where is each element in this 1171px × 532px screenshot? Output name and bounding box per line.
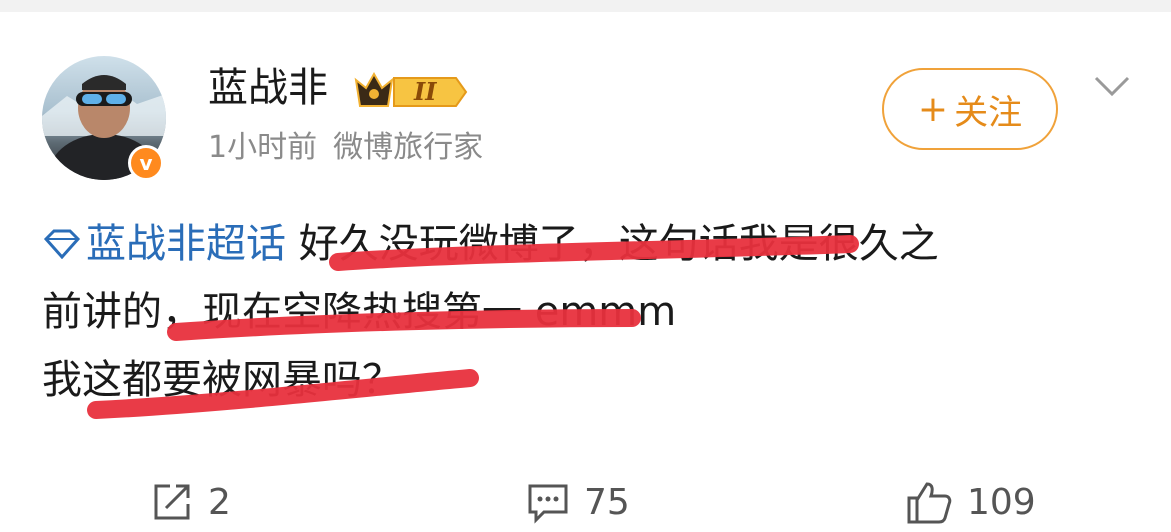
post-text-1: 好久没玩微博了，这句话我是很久之 (298, 221, 939, 267)
post-line-3: 我这都要被网暴吗？ (42, 357, 402, 403)
share-count: 2 (208, 481, 231, 523)
post-time: 1小时前 (208, 130, 318, 165)
verified-icon: v (128, 145, 164, 181)
post-body: 蓝战非超话 好久没玩微博了，这句话我是很久之 前讲的，现在空降热搜第一 emmm… (42, 210, 1142, 414)
topic-label: 蓝战非超话 (86, 221, 286, 267)
comment-icon (528, 484, 568, 524)
comment-count: 75 (584, 481, 630, 523)
level-text: II (413, 77, 437, 106)
chevron-down-icon[interactable] (1090, 70, 1134, 100)
post-line-1: 蓝战非超话 好久没玩微博了，这句话我是很久之 (42, 210, 1142, 278)
like-button[interactable]: 109 (905, 478, 1036, 526)
crown-icon: II (354, 71, 468, 107)
top-divider (0, 0, 1171, 12)
post-line-2: 前讲的，现在空降热搜第一 emmm (42, 289, 677, 335)
follow-label: 关注 (954, 92, 1023, 133)
post-meta: 1小时前 微博旅行家 (208, 128, 483, 168)
share-button[interactable]: 2 (150, 478, 231, 526)
follow-button[interactable]: + 关注 (882, 68, 1058, 150)
comment-button[interactable]: 75 (526, 478, 630, 526)
like-icon (907, 482, 952, 524)
username[interactable]: 蓝战非 (208, 64, 328, 112)
diamond-icon (43, 229, 81, 259)
share-icon (154, 484, 190, 520)
user-tag: 微博旅行家 (333, 130, 484, 165)
like-count: 109 (967, 481, 1036, 523)
action-bar: 2 75 109 (0, 470, 1171, 532)
plus-icon: + (917, 88, 949, 130)
topic-link[interactable]: 蓝战非超话 (42, 221, 286, 267)
